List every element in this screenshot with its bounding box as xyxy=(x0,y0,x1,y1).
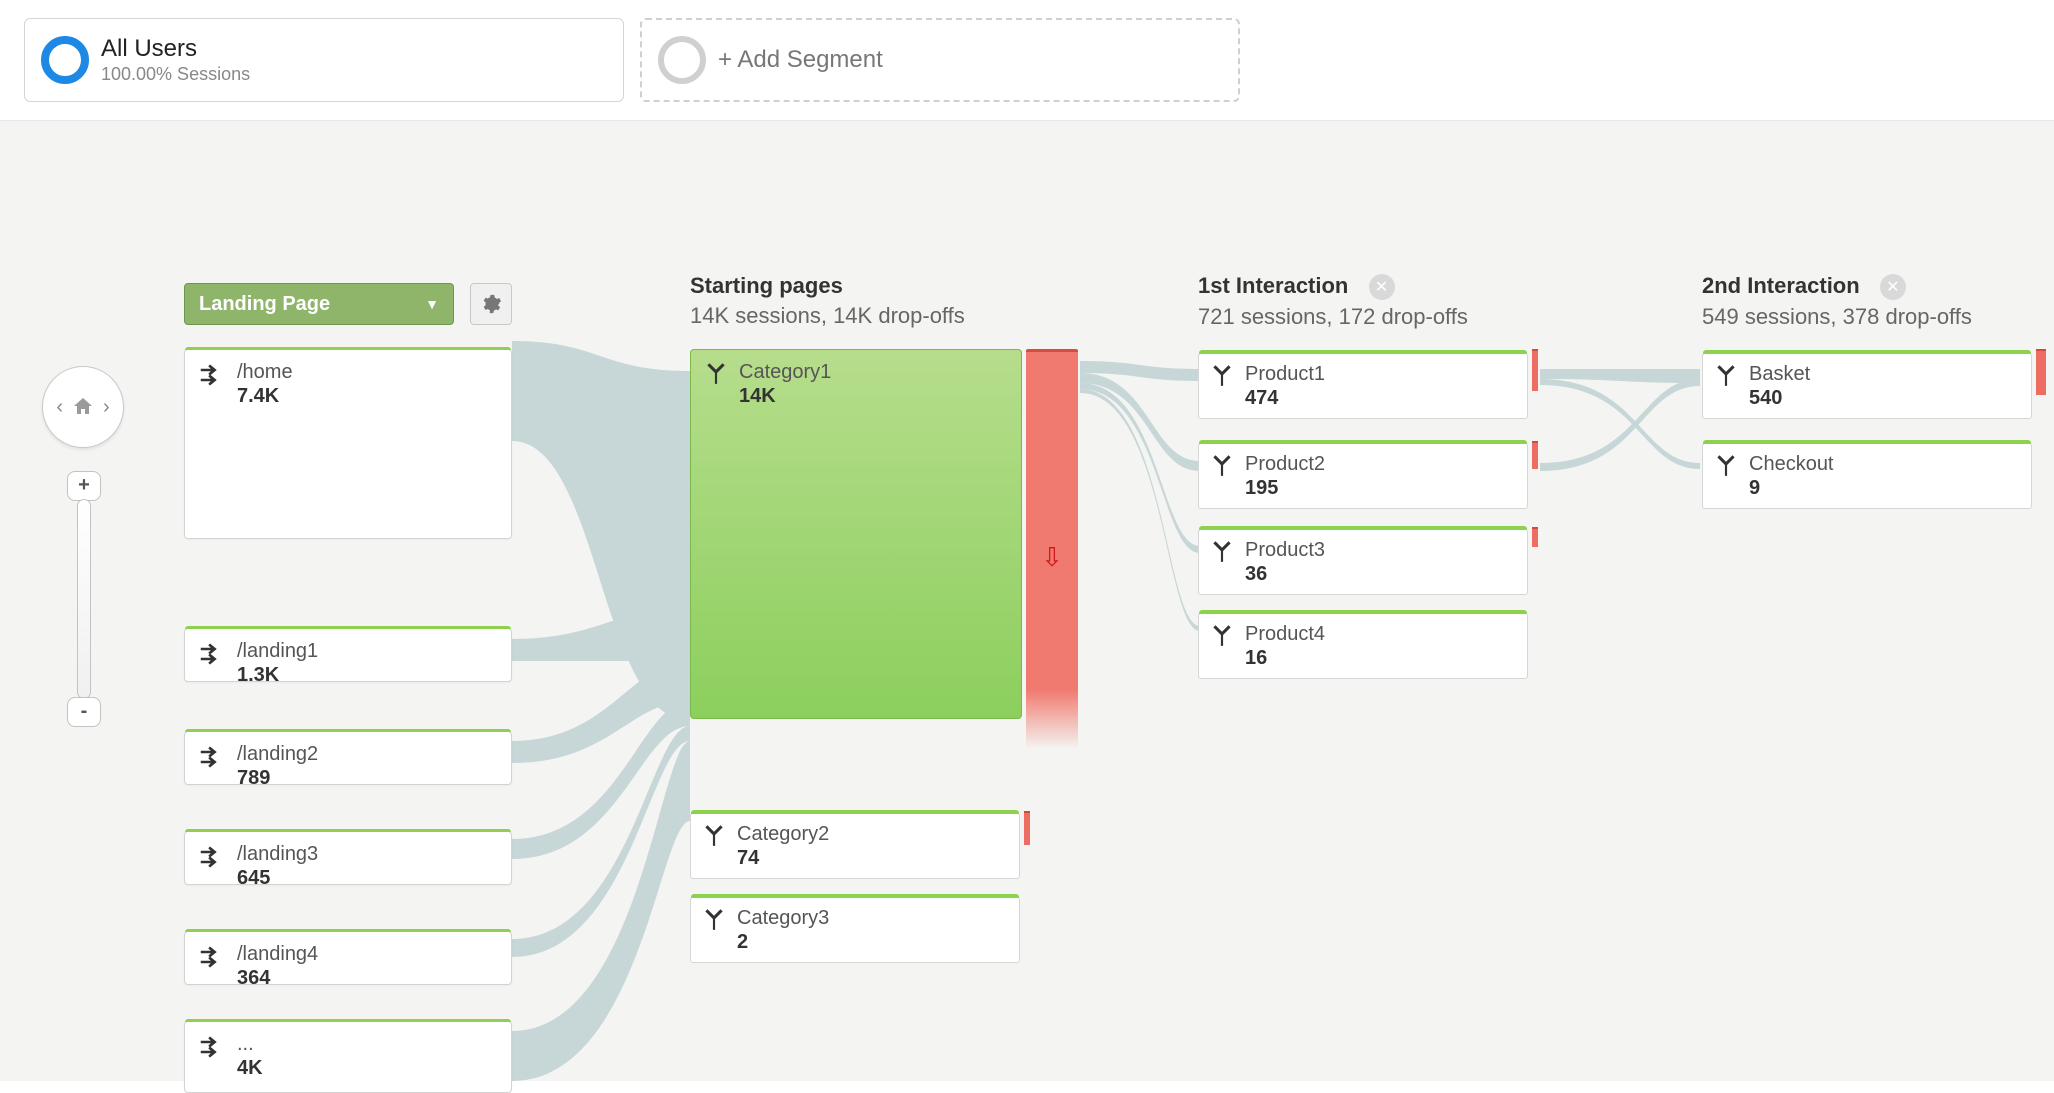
segment-title: All Users xyxy=(101,35,250,64)
nav-knob[interactable]: ‹ › xyxy=(42,366,124,448)
dropoff-bar xyxy=(2036,349,2046,395)
dropoff-bar xyxy=(1532,441,1538,469)
zoom-slider[interactable] xyxy=(77,499,91,699)
flow-canvas[interactable]: ‹ › + - Landing Page ▼ Starting pages 14… xyxy=(0,121,2054,1081)
merge-icon xyxy=(701,906,727,932)
merge-icon xyxy=(703,360,729,386)
col-start-header: Starting pages 14K sessions, 14K drop-of… xyxy=(690,273,965,329)
merge-icon xyxy=(1713,452,1739,478)
landing-node[interactable]: ... 4K xyxy=(184,1021,512,1093)
int2-node[interactable]: Basket 540 xyxy=(1702,353,2032,419)
zoom-out-button[interactable]: - xyxy=(67,697,101,727)
settings-button[interactable] xyxy=(470,283,512,325)
merge-icon xyxy=(1209,452,1235,478)
landing-node[interactable]: /landing2 789 xyxy=(184,731,512,785)
dropoff-bar xyxy=(1532,349,1538,391)
dropoff-arrow-icon: ⇩ xyxy=(1041,542,1063,573)
split-icon xyxy=(197,639,227,669)
int1-node[interactable]: Product2 195 xyxy=(1198,443,1528,509)
int1-node[interactable]: Product3 36 xyxy=(1198,529,1528,595)
dropoff-bar xyxy=(1532,527,1538,547)
split-icon xyxy=(197,842,227,872)
split-icon xyxy=(197,1032,227,1062)
segment-bar: All Users 100.00% Sessions + Add Segment xyxy=(0,0,2054,121)
add-segment-label: + Add Segment xyxy=(718,46,883,74)
gear-icon xyxy=(480,293,502,315)
col-int1-header: 1st Interaction ✕ 721 sessions, 172 drop… xyxy=(1198,273,1468,330)
nav-prev-icon[interactable]: ‹ xyxy=(54,396,65,419)
merge-icon xyxy=(1713,362,1739,388)
int1-node[interactable]: Product4 16 xyxy=(1198,613,1528,679)
start-node-category1[interactable]: Category1 14K xyxy=(690,349,1022,719)
merge-icon xyxy=(1209,622,1235,648)
add-segment-button[interactable]: + Add Segment xyxy=(640,18,1240,102)
zoom-control: + - xyxy=(66,471,102,727)
merge-icon xyxy=(1209,538,1235,564)
col-int2-header: 2nd Interaction ✕ 549 sessions, 378 drop… xyxy=(1702,273,1972,330)
int1-node[interactable]: Product1 474 xyxy=(1198,353,1528,419)
landing-node[interactable]: /landing1 1.3K xyxy=(184,628,512,682)
start-node[interactable]: Category3 2 xyxy=(690,897,1020,963)
merge-icon xyxy=(701,822,727,848)
segment-circle-icon xyxy=(41,36,89,84)
split-icon xyxy=(197,942,227,972)
segment-all-users[interactable]: All Users 100.00% Sessions xyxy=(24,18,624,102)
dropoff-bar: ⇩ xyxy=(1026,349,1078,749)
segment-subtitle: 100.00% Sessions xyxy=(101,64,250,86)
segment-placeholder-circle-icon xyxy=(658,36,706,84)
split-icon xyxy=(197,742,227,772)
chevron-down-icon: ▼ xyxy=(425,296,439,312)
dimension-label: Landing Page xyxy=(199,293,330,316)
home-icon[interactable] xyxy=(71,395,95,419)
split-icon xyxy=(197,360,227,390)
remove-step-button[interactable]: ✕ xyxy=(1369,274,1395,300)
remove-step-button[interactable]: ✕ xyxy=(1880,274,1906,300)
zoom-in-button[interactable]: + xyxy=(67,471,101,501)
landing-node[interactable]: /home 7.4K xyxy=(184,349,512,539)
landing-node[interactable]: /landing3 645 xyxy=(184,831,512,885)
nav-next-icon[interactable]: › xyxy=(101,396,112,419)
int2-node[interactable]: Checkout 9 xyxy=(1702,443,2032,509)
landing-node[interactable]: /landing4 364 xyxy=(184,931,512,985)
dimension-dropdown[interactable]: Landing Page ▼ xyxy=(184,283,454,325)
dropoff-bar xyxy=(1024,811,1030,845)
start-node[interactable]: Category2 74 xyxy=(690,813,1020,879)
merge-icon xyxy=(1209,362,1235,388)
